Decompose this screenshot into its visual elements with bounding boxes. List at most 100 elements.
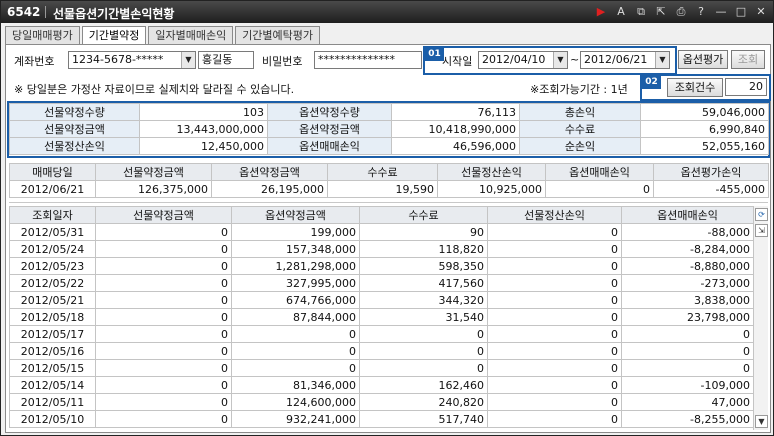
tab-daily-trade-pnl[interactable]: 일자별매매손익 (148, 26, 234, 44)
summary-value: 52,055,160 (640, 137, 769, 155)
daily-cell: 0 (95, 308, 232, 326)
daily-cell: 0 (621, 342, 754, 360)
daily-cell: -8,255,000 (621, 410, 754, 428)
scroll-down-icon[interactable]: ▼ (755, 415, 768, 428)
account-select[interactable]: 1234-5678-***** ▼ (68, 51, 196, 69)
tab-period-deposit-eval[interactable]: 기간별예탁평가 (235, 26, 321, 44)
table-row[interactable]: 2012/05/23 0 1,281,298,000 598,350 0 -8,880,0… (9, 257, 754, 275)
summary-value: 59,046,000 (640, 103, 769, 121)
daily-cell: 0 (95, 376, 232, 394)
section-divider (9, 202, 768, 203)
summary-label: 선물정산손익 (9, 137, 140, 155)
daily-cell: 0 (487, 291, 622, 309)
daily-cell: 81,346,000 (231, 376, 360, 394)
refresh-icon[interactable]: ⟳ (755, 208, 768, 221)
password-input[interactable]: ************** (314, 51, 422, 69)
play-icon[interactable]: ▶ (593, 4, 609, 20)
export-icon[interactable]: ⇱ (653, 4, 669, 20)
today-cell: 26,195,000 (211, 180, 328, 198)
daily-header[interactable]: 선물약정금액 (95, 206, 232, 224)
title-bar: 6542 선물옵션기간별손익현황 ▶ A ⧉ ⇱ ⎙ ? — □ ✕ (1, 1, 773, 23)
daily-cell: 2012/05/22 (9, 274, 96, 292)
table-row[interactable]: 2012/06/21 126,375,000 26,195,000 19,590 10,… (9, 180, 769, 198)
today-header[interactable]: 옵션약정금액 (211, 163, 328, 181)
chevron-down-icon[interactable]: ▼ (655, 52, 669, 68)
chevron-down-icon[interactable]: ▼ (553, 52, 567, 68)
daily-header[interactable]: 옵션약정금액 (231, 206, 360, 224)
summary-value: 10,418,990,000 (391, 120, 520, 138)
daily-cell: 0 (487, 376, 622, 394)
daily-cell: 0 (231, 325, 360, 343)
query-button[interactable]: 조회 (731, 50, 765, 69)
daily-header[interactable]: 선물정산손익 (487, 206, 622, 224)
link-icon[interactable]: ⧉ (633, 4, 649, 20)
table-row[interactable]: 2012/05/16 0 0 0 0 0 (9, 342, 754, 360)
summary-value: 76,113 (391, 103, 520, 121)
summary-label: 순손익 (519, 137, 641, 155)
today-header[interactable]: 옵션평가손익 (653, 163, 769, 181)
name-field: 홍길동 (198, 51, 254, 69)
daily-cell: 2012/05/11 (9, 393, 96, 411)
daily-header[interactable]: 옵션매매손익 (621, 206, 754, 224)
chevron-down-icon[interactable]: ▼ (181, 52, 195, 68)
summary-label: 선물약정금액 (9, 120, 140, 138)
today-header[interactable]: 수수료 (327, 163, 438, 181)
tab-period-contract[interactable]: 기간별약정 (81, 26, 147, 45)
daily-cell: 0 (95, 240, 232, 258)
daily-cell: 0 (95, 257, 232, 275)
badge-02: 02 (642, 76, 661, 89)
daily-cell: -109,000 (621, 376, 754, 394)
today-header[interactable]: 옵션매매손익 (545, 163, 654, 181)
daily-cell: 0 (487, 359, 622, 377)
end-date-input[interactable]: 2012/06/21 ▼ (580, 51, 670, 69)
daily-cell: 0 (359, 359, 488, 377)
summary-label: 옵션약정금액 (267, 120, 392, 138)
notice-text: ※ 당일분은 가정산 자료이므로 실제치와 달라질 수 있습니다. (14, 83, 295, 96)
screen-code: 6542 (7, 5, 41, 19)
table-row[interactable]: 2012/05/22 0 327,995,000 417,560 0 -273,000 (9, 274, 754, 292)
name-value: 홍길동 (202, 53, 233, 66)
daily-cell: 0 (487, 393, 622, 411)
daily-cell: 0 (95, 342, 232, 360)
today-header[interactable]: 선물정산손익 (437, 163, 546, 181)
table-row[interactable]: 2012/05/10 0 932,241,000 517,740 0 -8,255,000 (9, 410, 754, 428)
start-date-input[interactable]: 2012/04/10 ▼ (478, 51, 568, 69)
count-input[interactable]: 20 (725, 78, 767, 96)
daily-cell: 2012/05/18 (9, 308, 96, 326)
table-row[interactable]: 2012/05/14 0 81,346,000 162,460 0 -109,000 (9, 376, 754, 394)
daily-cell: -273,000 (621, 274, 754, 292)
export-grid-icon[interactable]: ⇲ (755, 224, 768, 237)
daily-cell: 2012/05/16 (9, 342, 96, 360)
tab-daily-eval[interactable]: 당일매매평가 (5, 26, 80, 44)
today-cell: 19,590 (327, 180, 438, 198)
table-row[interactable]: 2012/05/18 0 87,844,000 31,540 0 23,798,000 (9, 308, 754, 326)
daily-cell: -88,000 (621, 223, 754, 241)
help-icon[interactable]: ? (693, 4, 709, 20)
table-row[interactable]: 2012/05/17 0 0 0 0 0 (9, 325, 754, 343)
today-header[interactable]: 매매당일 (9, 163, 96, 181)
daily-cell: 0 (487, 274, 622, 292)
minimize-icon[interactable]: — (713, 4, 729, 20)
table-row[interactable]: 2012/05/21 0 674,766,000 344,320 0 3,838,000 (9, 291, 754, 309)
daily-cell: 157,348,000 (231, 240, 360, 258)
daily-cell: 47,000 (621, 393, 754, 411)
table-row[interactable]: 2012/05/15 0 0 0 0 0 (9, 359, 754, 377)
option-eval-button[interactable]: 옵션평가 (678, 50, 728, 69)
daily-cell: 0 (487, 240, 622, 258)
print-icon[interactable]: ⎙ (673, 4, 689, 20)
daily-cell: 0 (487, 325, 622, 343)
table-row[interactable]: 2012/05/24 0 157,348,000 118,820 0 -8,284,000 (9, 240, 754, 258)
today-header[interactable]: 선물약정금액 (95, 163, 212, 181)
title-separator (45, 6, 46, 18)
maximize-icon[interactable]: □ (733, 4, 749, 20)
close-icon[interactable]: ✕ (753, 4, 769, 20)
table-row[interactable]: 2012/05/31 0 199,000 90 0 -88,000 (9, 223, 754, 241)
daily-header[interactable]: 조회일자 (9, 206, 96, 224)
table-row[interactable]: 2012/05/11 0 124,600,000 240,820 0 47,000 (9, 393, 754, 411)
daily-header[interactable]: 수수료 (359, 206, 488, 224)
daily-cell: 3,838,000 (621, 291, 754, 309)
font-icon[interactable]: A (613, 4, 629, 20)
summary-row: 선물정산손익 12,450,000 옵션매매손익 46,596,000 순손익 52,05… (9, 137, 769, 155)
vertical-scrollbar[interactable]: ⟳ ⇲ ▼ (753, 206, 768, 430)
today-cell: 126,375,000 (95, 180, 212, 198)
